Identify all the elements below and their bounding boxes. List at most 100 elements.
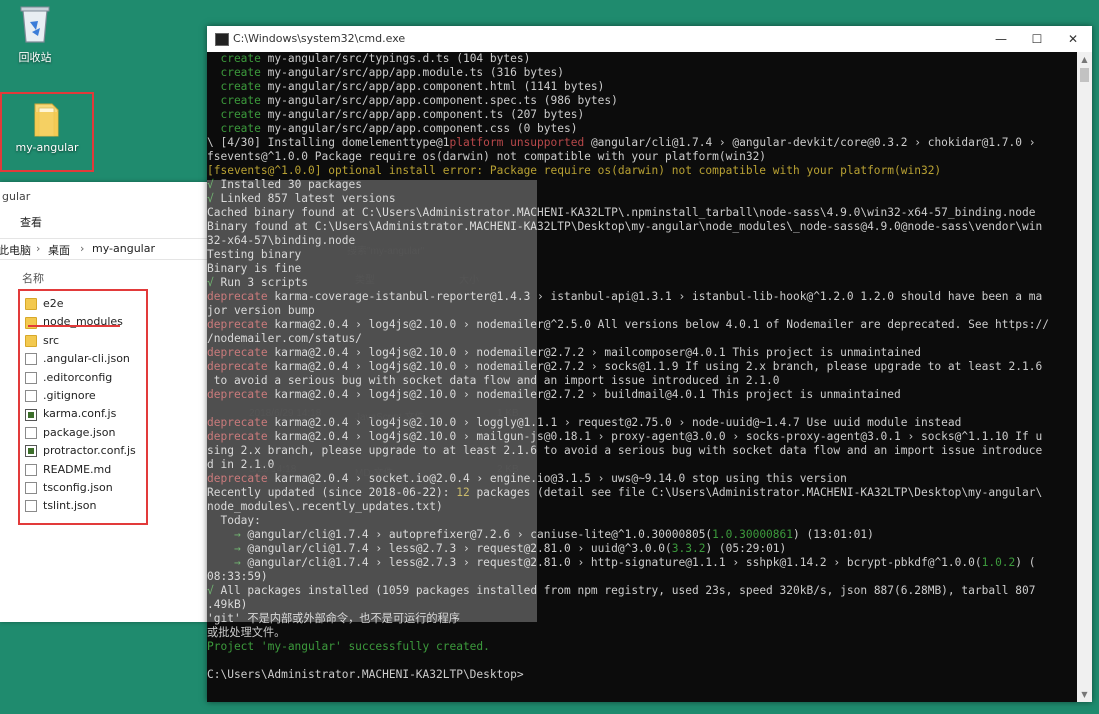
terminal-text: karma@2.0.4 › log4js@2.10.0 › loggly@1.1… (267, 416, 962, 429)
file-name: node_modules (43, 315, 123, 329)
terminal-text: deprecate (207, 290, 268, 303)
terminal-text: @angular/cli@1.7.4 › autoprefixer@7.2.6 … (240, 528, 713, 541)
terminal-text: deprecate (207, 430, 268, 443)
file-list-item[interactable]: tsconfig.json (20, 479, 146, 497)
breadcrumb-desktop[interactable]: 桌面 (48, 242, 70, 258)
terminal-text: Binary found at C:\Users\Administrator.M… (207, 220, 1043, 233)
terminal-text: deprecate (207, 388, 268, 401)
folder-icon (34, 103, 59, 137)
folder-icon (25, 334, 37, 347)
terminal-text: karma-coverage-istanbul-reporter@1.4.3 ›… (267, 290, 1043, 303)
terminal-text: Installed 30 packages (213, 178, 362, 191)
column-header-name[interactable]: 名称 (22, 270, 44, 286)
explorer-title: gular (2, 190, 31, 203)
terminal-text: All packages installed (1059 packages in… (213, 584, 1036, 597)
terminal-text: Run 3 scripts (213, 276, 309, 289)
file-icon (25, 426, 37, 439)
file-list-item[interactable]: package.json (20, 424, 146, 442)
terminal-line: deprecate karma@2.0.4 › log4js@2.10.0 › … (207, 430, 1077, 444)
scrollbar-thumb[interactable] (1080, 68, 1089, 82)
terminal-line: √ Run 3 scripts (207, 276, 1077, 290)
file-list-item[interactable]: src (20, 332, 146, 350)
terminal-line: Recently updated (since 2018-06-22): 12 … (207, 486, 1077, 500)
terminal-line: fsevents@^1.0.0 Package require os(darwi… (207, 150, 1077, 164)
terminal-text: Recently updated (since 2018-06-22): (207, 486, 457, 499)
file-icon (25, 353, 37, 366)
folder-icon (25, 298, 37, 311)
file-list-item[interactable]: karma.conf.js (20, 405, 146, 423)
terminal-text: 'git' 不是内部或外部命令，也不是可运行的程序 (207, 612, 460, 625)
terminal-line: Cached binary found at C:\Users\Administ… (207, 206, 1077, 220)
my-angular-desktop-icon[interactable]: my-angular (0, 92, 94, 172)
file-list-item[interactable]: .editorconfig (20, 369, 146, 387)
terminal-text: @angular/cli@1.7.4 › less@2.7.3 › reques… (240, 556, 982, 569)
file-list-item[interactable]: e2e (20, 295, 146, 313)
terminal-text: jor version bump (207, 304, 315, 317)
file-list-item[interactable]: tslint.json (20, 497, 146, 515)
file-explorer-window: gular 查看 此电脑 › 桌面 › my-angular 名称 e2e nod… (0, 182, 220, 622)
terminal-text: karma@2.0.4 › log4js@2.10.0 › nodemailer… (267, 318, 1049, 331)
file-list-item[interactable]: node_modules (20, 313, 146, 331)
terminal-output[interactable]: create my-angular/src/typings.d.ts (104 … (207, 52, 1077, 702)
file-list-item[interactable]: protractor.conf.js (20, 442, 146, 460)
breadcrumb-my-angular[interactable]: my-angular (92, 242, 155, 255)
breadcrumb-pc[interactable]: 此电脑 (0, 242, 31, 258)
terminal-text: 08:33:59) (207, 570, 268, 583)
terminal-line: deprecate karma-coverage-istanbul-report… (207, 290, 1077, 304)
terminal-line: [fsevents@^1.0.0] optional install error… (207, 164, 1077, 178)
maximize-button[interactable]: ☐ (1019, 26, 1055, 52)
terminal-text: C:\Users\Administrator.MACHENI-KA32LTP\D… (207, 668, 524, 681)
cmd-titlebar[interactable]: C:\Windows\system32\cmd.exe — ☐ ✕ (207, 26, 1092, 52)
terminal-lines: create my-angular/src/typings.d.ts (104 … (207, 52, 1077, 682)
address-bar[interactable]: 此电脑 › 桌面 › my-angular (0, 238, 220, 260)
terminal-line: 'git' 不是内部或外部命令，也不是可运行的程序 (207, 612, 1077, 626)
terminal-line: Today: (207, 514, 1077, 528)
terminal-text: 或批处理文件。 (207, 626, 286, 639)
terminal-text: → (207, 528, 241, 541)
terminal-text: Linked 857 latest versions (213, 192, 396, 205)
file-list-item[interactable]: README.md (20, 461, 146, 479)
vertical-scrollbar[interactable]: ▲ ▼ (1077, 52, 1092, 702)
terminal-text: my-angular/src/app/app.module.ts (316 by… (260, 66, 564, 79)
terminal-text: √ (207, 192, 214, 205)
terminal-text: karma@2.0.4 › log4js@2.10.0 › nodemailer… (267, 346, 921, 359)
terminal-line: create my-angular/src/app/app.component.… (207, 80, 1077, 94)
close-button[interactable]: ✕ (1055, 26, 1091, 52)
terminal-text: √ (207, 178, 214, 191)
recycle-bin-desktop-icon[interactable]: 回收站 (0, 4, 70, 65)
terminal-line: create my-angular/src/typings.d.ts (104 … (207, 52, 1077, 66)
terminal-line: → @angular/cli@1.7.4 › less@2.7.3 › requ… (207, 556, 1077, 570)
terminal-text: to avoid a serious bug with socket data … (207, 374, 780, 387)
terminal-text: Testing binary (207, 248, 302, 261)
terminal-text: @angular/cli@1.7.4 › less@2.7.3 › reques… (240, 542, 672, 555)
script-file-icon (25, 445, 37, 458)
terminal-text: deprecate (207, 472, 268, 485)
terminal-line: deprecate karma@2.0.4 › log4js@2.10.0 › … (207, 360, 1077, 374)
recycle-bin-icon (20, 6, 50, 43)
terminal-text: karma@2.0.4 › socket.io@2.0.4 › engine.i… (267, 472, 847, 485)
ribbon-tab-view[interactable]: 查看 (20, 214, 42, 230)
file-list-item[interactable]: .angular-cli.json (20, 350, 146, 368)
file-list-item[interactable]: .gitignore (20, 387, 146, 405)
file-name: tsconfig.json (43, 480, 113, 494)
terminal-line: create my-angular/src/app/app.component.… (207, 94, 1077, 108)
scroll-up-icon[interactable]: ▲ (1077, 52, 1092, 67)
terminal-line: Binary found at C:\Users\Administrator.M… (207, 220, 1077, 234)
terminal-text: deprecate (207, 346, 268, 359)
terminal-text: deprecate (207, 360, 268, 373)
file-name: .editorconfig (43, 370, 113, 384)
terminal-text: √ (207, 276, 214, 289)
terminal-text: node_modules\.recently_updates.txt) (207, 500, 443, 513)
terminal-text: Binary is fine (207, 262, 302, 275)
terminal-text: @angular/cli@1.7.4 › @angular-devkit/cor… (584, 136, 1036, 149)
terminal-line: → @angular/cli@1.7.4 › less@2.7.3 › requ… (207, 542, 1077, 556)
my-angular-label: my-angular (15, 141, 79, 154)
terminal-line: \ [4/30] Installing domelementtype@1plat… (207, 136, 1077, 150)
terminal-text: create (207, 52, 261, 65)
scroll-down-icon[interactable]: ▼ (1077, 687, 1092, 702)
terminal-line: 08:33:59) (207, 570, 1077, 584)
terminal-line: jor version bump (207, 304, 1077, 318)
minimize-button[interactable]: — (983, 26, 1019, 52)
file-name: src (43, 333, 60, 347)
